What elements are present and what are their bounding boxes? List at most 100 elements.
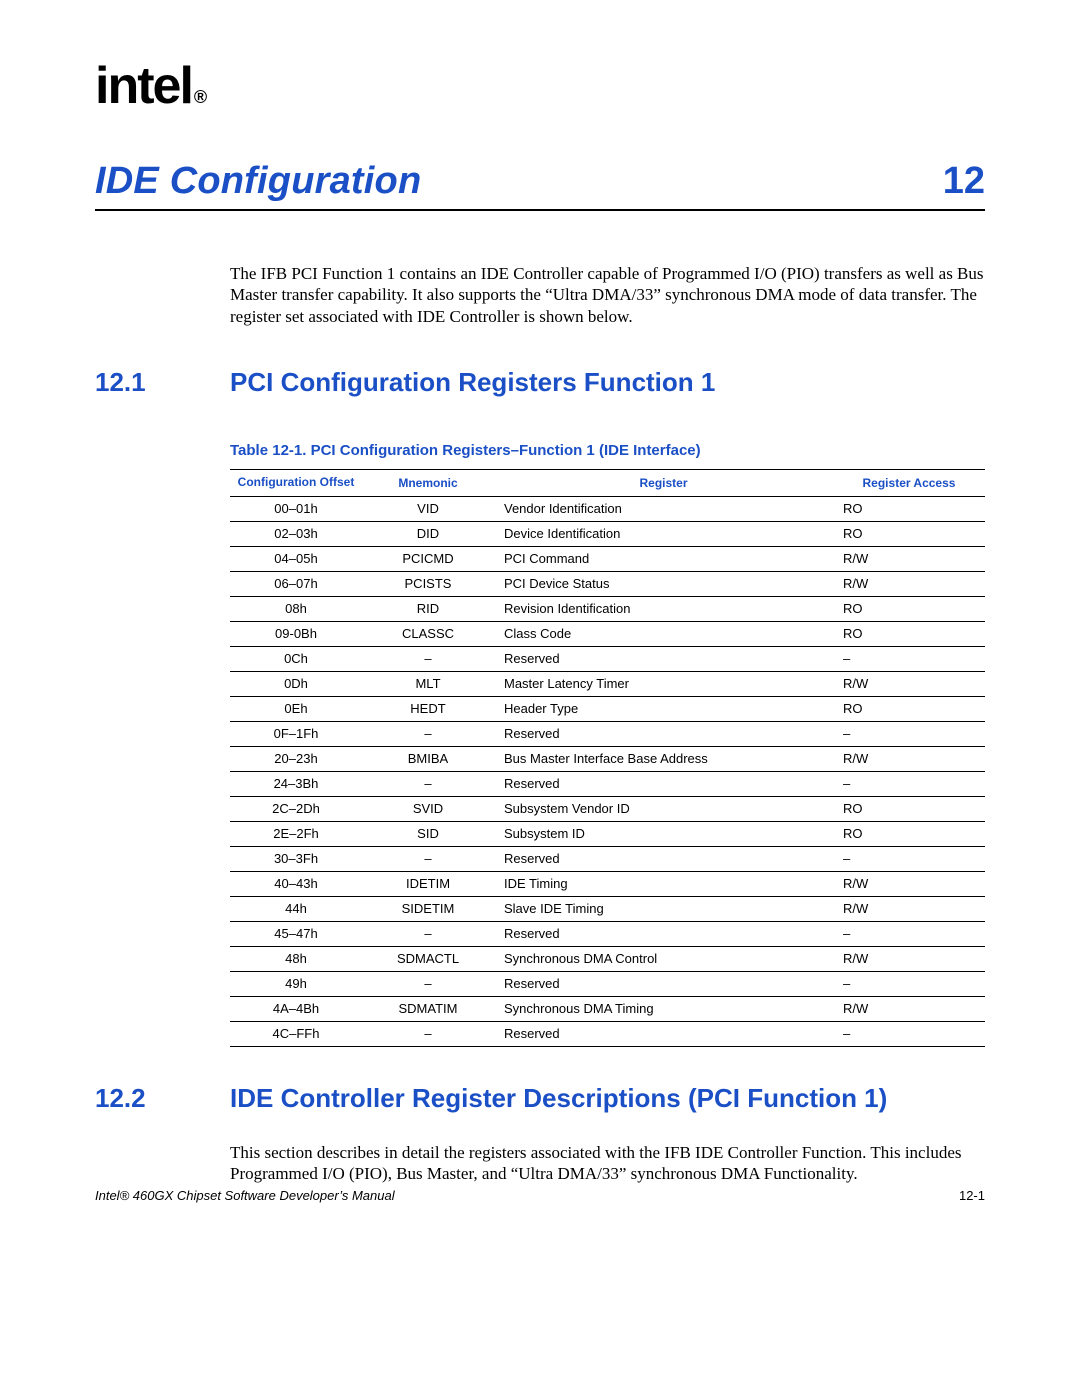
table-cell: PCI Device Status [494, 571, 833, 596]
table-cell: Reserved [494, 971, 833, 996]
intel-logo: intel® [95, 60, 985, 112]
table-cell: 49h [230, 971, 362, 996]
table-cell: 44h [230, 896, 362, 921]
table-cell: – [362, 771, 494, 796]
table-cell: R/W [833, 871, 985, 896]
table-cell: RO [833, 521, 985, 546]
table-cell: 0F–1Fh [230, 721, 362, 746]
table-cell: PCISTS [362, 571, 494, 596]
table-row: 44hSIDETIMSlave IDE TimingR/W [230, 896, 985, 921]
table-cell: R/W [833, 896, 985, 921]
table-cell: Device Identification [494, 521, 833, 546]
table-cell: 04–05h [230, 546, 362, 571]
section-12-1-header: 12.1 PCI Configuration Registers Functio… [95, 367, 985, 398]
table-cell: – [362, 721, 494, 746]
table-cell: SIDETIM [362, 896, 494, 921]
table-cell: 2C–2Dh [230, 796, 362, 821]
table-row: 2C–2DhSVIDSubsystem Vendor IDRO [230, 796, 985, 821]
table-cell: 40–43h [230, 871, 362, 896]
table-cell: 4A–4Bh [230, 996, 362, 1021]
table-cell: RID [362, 596, 494, 621]
table-cell: HEDT [362, 696, 494, 721]
table-cell: 06–07h [230, 571, 362, 596]
table-header-row: Configuration Offset Mnemonic Register R… [230, 469, 985, 496]
table-caption: Table 12-1. PCI Configuration Registers–… [230, 442, 985, 459]
table-cell: RO [833, 621, 985, 646]
section-title: IDE Controller Register Descriptions (PC… [230, 1083, 887, 1114]
page-footer: Intel® 460GX Chipset Software Developer’… [95, 1188, 985, 1203]
table-cell: – [833, 921, 985, 946]
footer-manual-title: Intel® 460GX Chipset Software Developer’… [95, 1188, 395, 1203]
table-cell: Reserved [494, 921, 833, 946]
table-cell: 24–3Bh [230, 771, 362, 796]
table-cell: 0Ch [230, 646, 362, 671]
table-cell: Reserved [494, 646, 833, 671]
table-cell: SDMATIM [362, 996, 494, 1021]
table-row: 45–47h–Reserved– [230, 921, 985, 946]
table-row: 2E–2FhSIDSubsystem IDRO [230, 821, 985, 846]
table-cell: 08h [230, 596, 362, 621]
table-cell: SID [362, 821, 494, 846]
table-row: 4C–FFh–Reserved– [230, 1021, 985, 1046]
table-cell: 45–47h [230, 921, 362, 946]
table-cell: 0Dh [230, 671, 362, 696]
chapter-title: IDE Configuration [95, 160, 421, 203]
table-cell: – [362, 1021, 494, 1046]
table-cell: IDETIM [362, 871, 494, 896]
table-cell: R/W [833, 546, 985, 571]
table-cell: – [833, 721, 985, 746]
table-cell: Header Type [494, 696, 833, 721]
table-cell: – [362, 846, 494, 871]
table-cell: 4C–FFh [230, 1021, 362, 1046]
table-row: 08hRIDRevision IdentificationRO [230, 596, 985, 621]
table-cell: BMIBA [362, 746, 494, 771]
intro-paragraph: The IFB PCI Function 1 contains an IDE C… [230, 263, 985, 327]
table-cell: 2E–2Fh [230, 821, 362, 846]
col-mnemonic: Mnemonic [362, 469, 494, 496]
section-12-2-header: 12.2 IDE Controller Register Description… [95, 1083, 985, 1114]
table-cell: R/W [833, 671, 985, 696]
table-cell: Subsystem ID [494, 821, 833, 846]
table-cell: Class Code [494, 621, 833, 646]
table-cell: MLT [362, 671, 494, 696]
table-cell: Master Latency Timer [494, 671, 833, 696]
table-cell: R/W [833, 746, 985, 771]
table-cell: – [833, 846, 985, 871]
table-row: 24–3Bh–Reserved– [230, 771, 985, 796]
table-cell: 0Eh [230, 696, 362, 721]
table-cell: RO [833, 596, 985, 621]
chapter-header: IDE Configuration 12 [95, 160, 985, 211]
logo-suffix: ® [194, 87, 205, 107]
table-cell: 30–3Fh [230, 846, 362, 871]
table-row: 30–3Fh–Reserved– [230, 846, 985, 871]
table-cell: – [362, 646, 494, 671]
table-cell: PCI Command [494, 546, 833, 571]
pci-config-table: Configuration Offset Mnemonic Register R… [230, 469, 985, 1047]
table-cell: Slave IDE Timing [494, 896, 833, 921]
table-cell: CLASSC [362, 621, 494, 646]
table-cell: Reserved [494, 771, 833, 796]
table-cell: IDE Timing [494, 871, 833, 896]
table-cell: DID [362, 521, 494, 546]
section-number: 12.1 [95, 367, 230, 398]
table-cell: – [833, 1021, 985, 1046]
section-number: 12.2 [95, 1083, 230, 1114]
table-cell: 20–23h [230, 746, 362, 771]
table-cell: – [362, 921, 494, 946]
table-cell: Synchronous DMA Control [494, 946, 833, 971]
table-cell: SVID [362, 796, 494, 821]
col-config-offset: Configuration Offset [230, 469, 362, 496]
section-12-2-paragraph: This section describes in detail the reg… [230, 1142, 985, 1185]
table-cell: 48h [230, 946, 362, 971]
table-cell: Bus Master Interface Base Address [494, 746, 833, 771]
table-cell: SDMACTL [362, 946, 494, 971]
table-cell: Reserved [494, 1021, 833, 1046]
table-cell: Vendor Identification [494, 496, 833, 521]
table-row: 40–43hIDETIMIDE TimingR/W [230, 871, 985, 896]
table-row: 02–03hDIDDevice IdentificationRO [230, 521, 985, 546]
table-cell: 09-0Bh [230, 621, 362, 646]
table-row: 06–07hPCISTSPCI Device StatusR/W [230, 571, 985, 596]
chapter-number: 12 [943, 160, 985, 203]
table-row: 0F–1Fh–Reserved– [230, 721, 985, 746]
table-cell: R/W [833, 996, 985, 1021]
